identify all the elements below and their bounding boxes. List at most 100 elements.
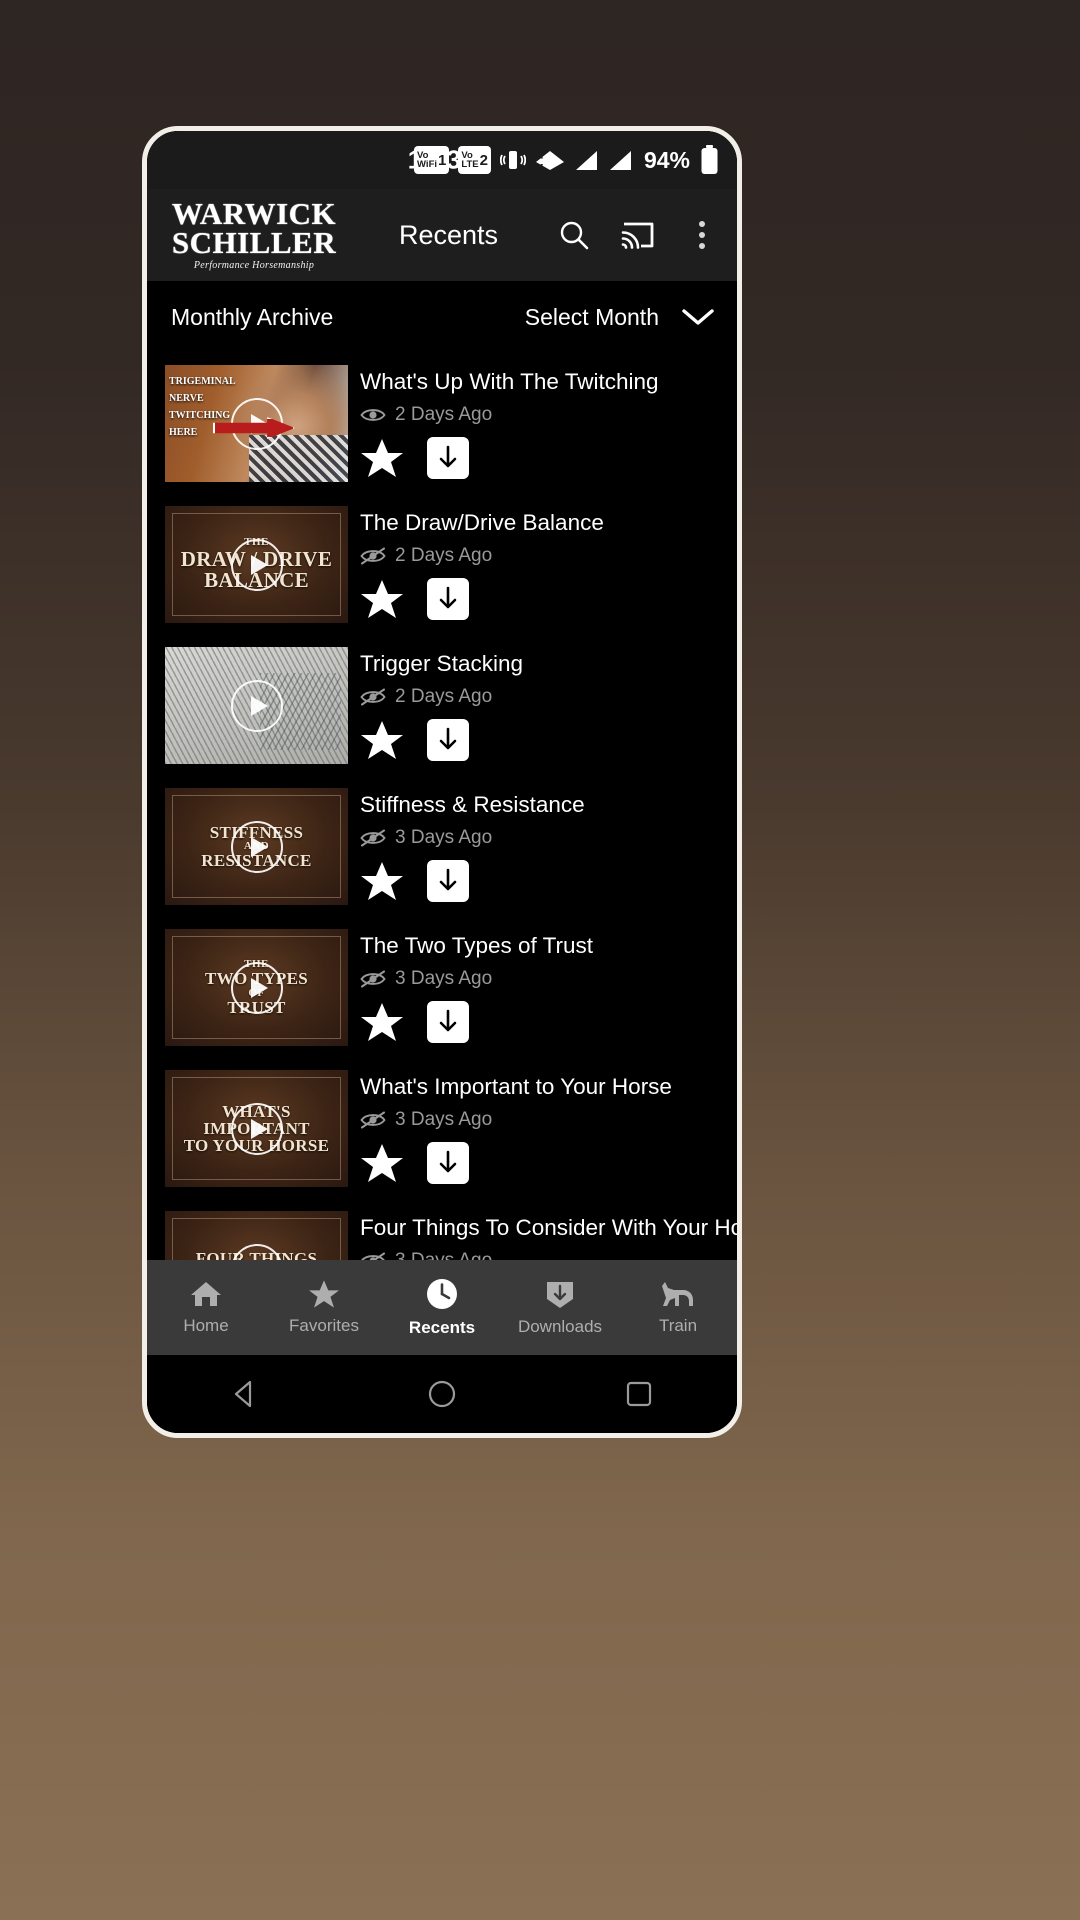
nav-tab-downloads[interactable]: Downloads [501,1278,619,1337]
eye-off-icon [360,1111,386,1129]
cast-icon [621,222,654,249]
star-icon [361,862,403,900]
overflow-menu-button[interactable] [683,216,721,254]
video-date: 3 Days Ago [395,827,493,848]
download-button[interactable] [427,860,469,902]
video-thumbnail[interactable]: THE DRAW / DRIVE BALANCE [165,506,348,623]
back-button[interactable] [210,1369,280,1419]
video-meta: 3 Days Ago [360,968,737,990]
search-button[interactable] [555,216,593,254]
play-button[interactable] [230,961,283,1014]
star-icon [361,439,403,477]
video-meta: 2 Days Ago [360,404,737,426]
nav-tab-home[interactable]: Home [147,1279,265,1336]
nav-tab-train[interactable]: Train [619,1279,737,1336]
play-button[interactable] [230,820,283,873]
download-button[interactable] [427,437,469,479]
battery-percent-text: 94% [643,146,690,173]
video-title: Four Things To Consider With Your Horse [360,1215,737,1240]
list-item-actions [360,1001,737,1043]
video-meta: 3 Days Ago [360,827,737,849]
phone-screen: 10:39 Vo WiFi 1 Vo LTE 2 [147,131,737,1433]
search-icon [560,221,589,250]
play-button[interactable] [230,679,283,732]
play-icon [250,1259,268,1260]
list-item[interactable]: THE TWO TYPES OF TRUST The Two Types of … [147,917,737,1058]
video-thumbnail[interactable]: TRIGEMINAL NERVE TWITCHING HERE [165,365,348,482]
video-title: What's Up With The Twitching [360,369,659,394]
video-thumbnail[interactable]: STIFFNESS AND RESISTANCE [165,788,348,905]
eye-off-icon [360,970,386,988]
wifi-icon [535,151,564,170]
list-item[interactable]: WHAT'S IMPORTANT TO YOUR HORSE What's Im… [147,1058,737,1199]
video-meta: 2 Days Ago [360,686,737,708]
video-thumbnail[interactable]: THE TWO TYPES OF TRUST [165,929,348,1046]
favorite-button[interactable] [360,860,404,902]
play-button[interactable] [230,538,283,591]
play-icon [250,977,268,998]
star-icon [361,580,403,618]
volte-slot-text: 2 [479,151,488,169]
download-button[interactable] [427,719,469,761]
video-thumbnail[interactable]: WHAT'S IMPORTANT TO YOUR HORSE [165,1070,348,1187]
favorite-button[interactable] [360,578,404,620]
nav-tab-favorites[interactable]: Favorites [265,1279,383,1336]
video-date: 2 Days Ago [395,686,493,707]
volte-sub-text: LTE [461,159,479,170]
favorite-button[interactable] [360,1142,404,1184]
nav-label-home: Home [183,1316,229,1335]
android-navigation-bar [147,1355,737,1433]
list-item[interactable]: THE DRAW / DRIVE BALANCE The Draw/Drive … [147,494,737,635]
favorite-button[interactable] [360,1001,404,1043]
video-date: 3 Days Ago [395,968,493,989]
favorite-button[interactable] [360,437,404,479]
thumbnail-caption-line: TWITCHING [169,410,231,421]
status-icons: Vo WiFi 1 Vo LTE 2 94% [414,145,719,175]
play-button[interactable] [230,1102,283,1155]
download-button[interactable] [427,1001,469,1043]
recents-button[interactable] [604,1369,674,1419]
nav-tab-recents[interactable]: Recents [383,1277,501,1338]
download-button[interactable] [427,578,469,620]
video-meta: 3 Days Ago [360,1250,737,1260]
overflow-menu-icon [699,221,705,249]
list-item-body: What's Important to Your Horse 3 Days Ag… [360,1070,737,1187]
brand-logo[interactable]: WARWICK SCHILLER Performance Horsemanshi… [165,198,343,272]
eye-off-icon [360,688,386,706]
download-icon [439,445,457,468]
thumbnail-caption-line: HERE [169,427,198,438]
volte-2-icon: Vo LTE 2 [458,146,491,174]
download-icon [439,586,457,609]
video-list[interactable]: TRIGEMINAL NERVE TWITCHING HERE What's U… [147,353,737,1260]
video-date: 3 Days Ago [395,1109,493,1130]
star-icon [309,1280,339,1308]
star-icon [361,1144,403,1182]
video-title: The Draw/Drive Balance [360,510,604,535]
list-item[interactable]: Trigger Stacking 2 Days Ago [147,635,737,776]
nav-label-recents: Recents [408,1318,476,1337]
list-item[interactable]: FOUR THINGS TO CONSIDER WITH YOUR HORSE … [147,1199,737,1260]
vibrate-icon [499,151,526,169]
list-item-body: The Draw/Drive Balance 2 Days Ago [360,506,737,623]
list-item-body: The Two Types of Trust 3 Days Ago [360,929,737,1046]
cast-button[interactable] [619,216,657,254]
list-item[interactable]: TRIGEMINAL NERVE TWITCHING HERE What's U… [147,353,737,494]
star-icon [361,1003,403,1041]
app-bar: WARWICK SCHILLER Performance Horsemanshi… [147,189,737,281]
play-icon [250,836,268,857]
star-icon [361,721,403,759]
download-button[interactable] [427,1142,469,1184]
download-icon [439,1150,457,1173]
video-thumbnail[interactable] [165,647,348,764]
list-item-actions [360,437,737,479]
favorite-button[interactable] [360,719,404,761]
list-item-body: Four Things To Consider With Your Horse … [360,1211,737,1260]
home-button[interactable] [407,1369,477,1419]
select-month-dropdown[interactable]: Select Month [525,304,715,331]
list-item[interactable]: STIFFNESS AND RESISTANCE Stiffness & Res… [147,776,737,917]
video-title: The Two Types of Trust [360,933,594,958]
video-thumbnail[interactable]: FOUR THINGS TO CONSIDER WITH YOUR HORSE [165,1211,348,1260]
eye-off-icon [360,829,386,847]
eye-off-icon [360,547,386,565]
video-date: 2 Days Ago [395,545,493,566]
